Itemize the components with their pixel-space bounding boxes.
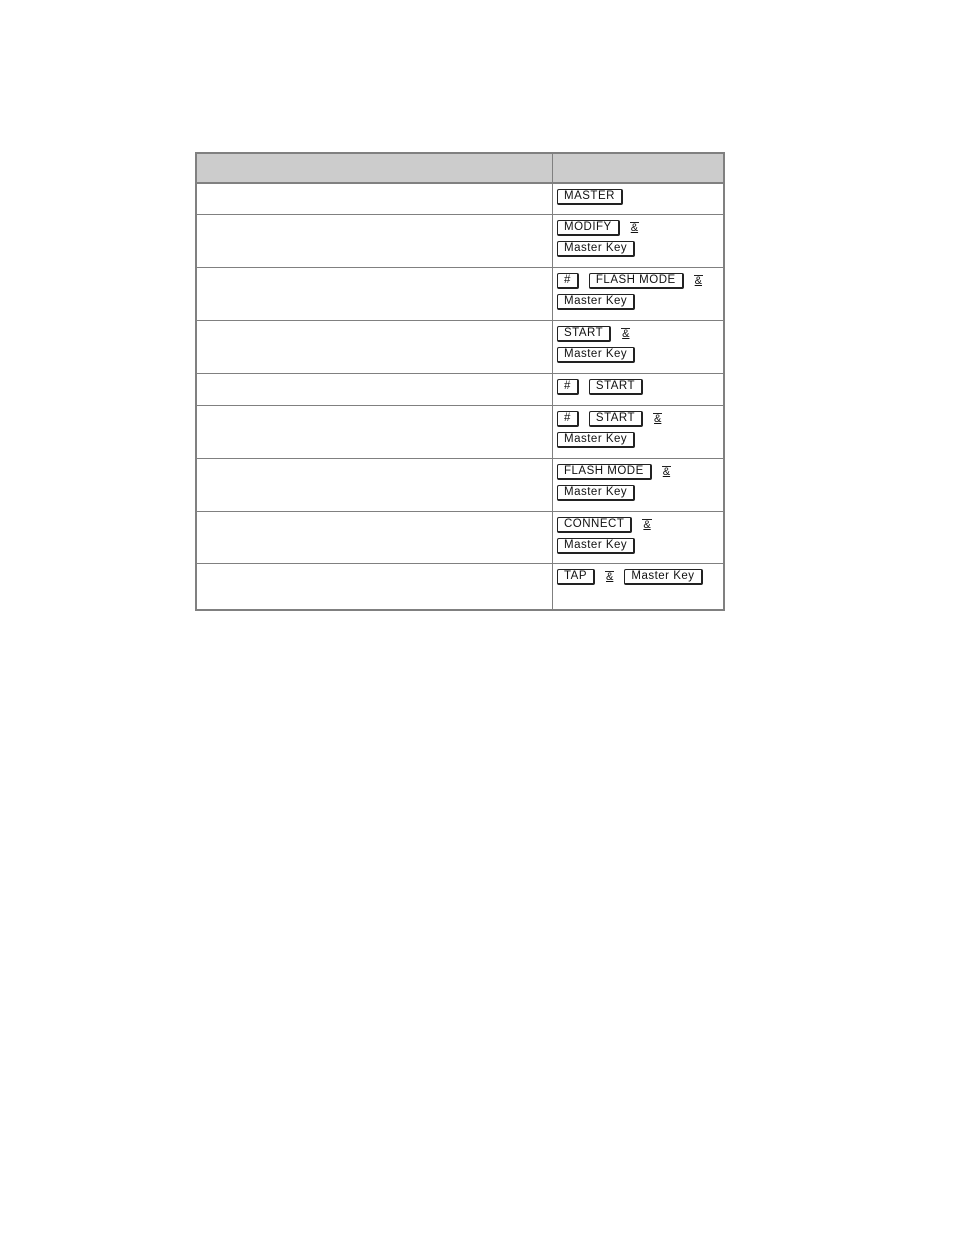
and-symbol: & (661, 465, 672, 478)
keycap-label: FLASH MODE (557, 463, 652, 480)
key-line: MASTER (557, 189, 719, 205)
keycap-label: Master Key (624, 568, 703, 585)
keycap-label: Master Key (557, 484, 636, 501)
row-keys: MASTER (552, 182, 725, 215)
keycap-label: TAP (557, 568, 596, 585)
key-line: Master Key (557, 293, 719, 310)
key-line: START & (557, 325, 719, 342)
row-description (195, 562, 553, 611)
and-symbol: & (621, 327, 631, 340)
keycap-label: START (588, 410, 644, 427)
row-keys: MODIFY & Master Key (552, 213, 725, 268)
key-line: Master Key (557, 240, 719, 257)
key-line: Master Key (557, 346, 719, 363)
and-symbol: & (693, 274, 704, 287)
row-description (195, 510, 553, 564)
key-line: MODIFY & (557, 219, 719, 236)
key-combination-table: MASTER MODIFY & Master Key # FLASH MODE & Maste… (195, 152, 725, 611)
and-symbol: & (605, 570, 615, 583)
table-row: CONNECT & Master Key (195, 510, 725, 564)
key-line: # START (557, 378, 719, 395)
row-keys: FLASH MODE & Master Key (552, 457, 725, 512)
keycap-label: Master Key (557, 431, 636, 448)
keycap-label: FLASH MODE (588, 272, 684, 289)
row-description (195, 457, 553, 512)
keycap-label: Master Key (557, 293, 636, 310)
row-keys: START & Master Key (552, 319, 725, 374)
header-keys (552, 152, 725, 184)
row-keys: TAP & Master Key (552, 562, 725, 611)
key-line: Master Key (557, 484, 719, 501)
key-line: TAP & Master Key (557, 568, 719, 585)
keycap-label: START (588, 378, 644, 395)
row-description (195, 213, 553, 268)
table-row: # START (195, 372, 725, 406)
keycap-label: # (557, 410, 579, 427)
row-description (195, 266, 553, 321)
key-line: CONNECT & (557, 516, 719, 533)
row-keys: # FLASH MODE & Master Key (552, 266, 725, 321)
table-row: # START & Master Key (195, 404, 725, 459)
keycap-label: START (557, 325, 612, 342)
key-line: # FLASH MODE & (557, 272, 719, 289)
row-keys: # START (552, 372, 725, 406)
and-symbol: & (653, 412, 663, 425)
table-row: FLASH MODE & Master Key (195, 457, 725, 512)
row-description (195, 319, 553, 374)
row-keys: # START & Master Key (552, 404, 725, 459)
key-line: Master Key (557, 431, 719, 448)
keycap-label: Master Key (557, 346, 636, 363)
keycap-label: # (557, 378, 579, 395)
keycap-label: # (557, 272, 579, 289)
row-keys: CONNECT & Master Key (552, 510, 725, 564)
table-row: START & Master Key (195, 319, 725, 374)
keycap-label: MODIFY (557, 219, 620, 236)
row-description (195, 372, 553, 406)
table-row: # FLASH MODE & Master Key (195, 266, 725, 321)
table-row: TAP & Master Key (195, 562, 725, 611)
key-line: # START & (557, 410, 719, 427)
key-line: Master Key (557, 537, 719, 554)
key-line: FLASH MODE & (557, 463, 719, 480)
table-header-row (195, 152, 725, 184)
table-row: MASTER (195, 182, 725, 215)
keycap-label: MASTER (557, 189, 623, 205)
and-symbol: & (642, 518, 652, 531)
row-description (195, 404, 553, 459)
and-symbol: & (629, 221, 640, 234)
header-function (195, 152, 553, 184)
keycap-label: Master Key (557, 240, 636, 257)
table-row: MODIFY & Master Key (195, 213, 725, 268)
keycap-label: CONNECT (557, 516, 633, 533)
keycap-label: Master Key (557, 537, 636, 554)
row-description (195, 182, 553, 215)
